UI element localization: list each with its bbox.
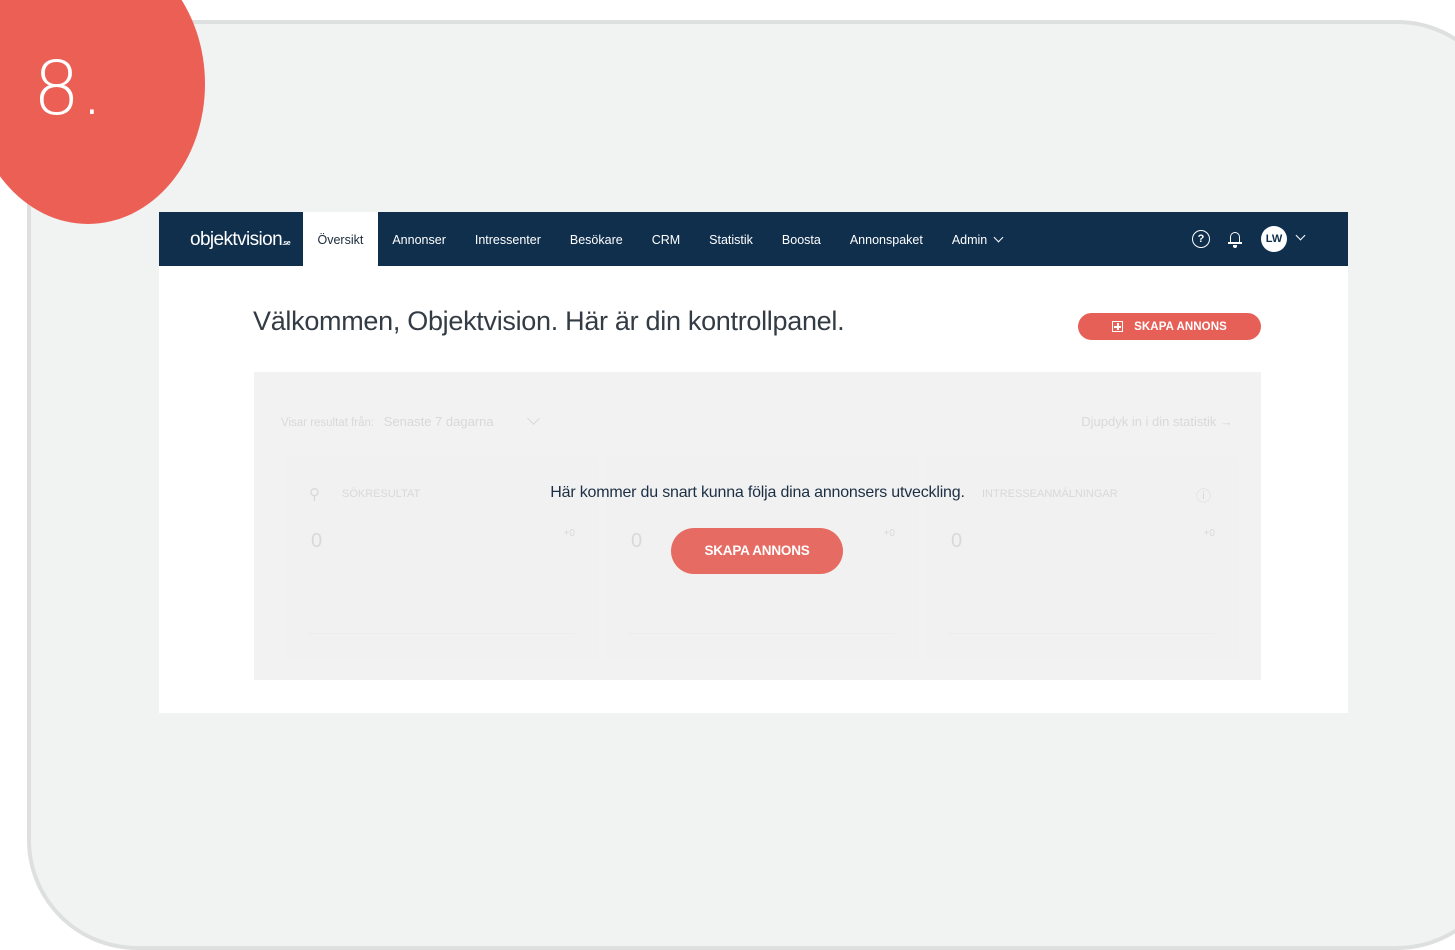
plus-box-icon xyxy=(1112,321,1124,332)
create-ad-center-button[interactable]: SKAPA ANNONS xyxy=(671,528,843,574)
chevron-down-icon[interactable] xyxy=(1295,230,1306,240)
nav-item-annonspaket[interactable]: Annonspaket xyxy=(835,212,937,266)
logo[interactable]: objektvision.se xyxy=(190,229,291,251)
create-ad-button-label: SKAPA ANNONS xyxy=(1134,320,1227,333)
range-label: Visar resultat från: xyxy=(281,417,375,429)
bell-icon[interactable] xyxy=(1228,230,1242,248)
nav-item-admin-label: Admin xyxy=(951,233,988,247)
stat-delta: +0 xyxy=(883,528,895,539)
nav-actions: ? LW xyxy=(1192,226,1306,252)
step-number-label: 8. xyxy=(33,46,104,132)
stat-value: 0 xyxy=(311,530,323,552)
bell-base xyxy=(1228,242,1242,244)
date-range-selector[interactable]: Visar resultat från: Senaste 7 dagarna xyxy=(281,412,541,429)
deep-link-label: Djupdyk in i din statistik xyxy=(1081,414,1217,429)
arrow-right-icon: → xyxy=(1220,414,1233,429)
nav-item-besokare[interactable]: Besökare xyxy=(555,212,637,266)
page-title: Välkommen, Objektvision. Här är din kont… xyxy=(253,306,845,336)
range-value: Senaste 7 dagarna xyxy=(383,414,494,429)
logo-suffix: .se xyxy=(282,240,291,247)
create-ad-button[interactable]: SKAPA ANNONS xyxy=(1078,313,1261,340)
stat-value: 0 xyxy=(631,530,643,552)
logo-text: objektvision xyxy=(190,229,283,250)
nav-item-statistik[interactable]: Statistik xyxy=(695,212,768,266)
chevron-down-icon xyxy=(993,232,1004,243)
nav-item-annonser[interactable]: Annonser xyxy=(378,212,461,266)
app-window: objektvision.se Översikt Annonser Intres… xyxy=(159,212,1348,713)
nav-item-crm[interactable]: CRM xyxy=(637,212,694,266)
nav-item-admin[interactable]: Admin xyxy=(937,212,1016,266)
bell-clapper xyxy=(1233,245,1237,248)
statistics-deep-link[interactable]: Djupdyk in i din statistik → xyxy=(1081,414,1233,429)
nav-menu: Översikt Annonser Intressenter Besökare … xyxy=(303,212,1017,266)
chevron-down-icon xyxy=(527,412,541,425)
top-navbar: objektvision.se Översikt Annonser Intres… xyxy=(159,212,1348,266)
stat-chart xyxy=(949,563,1215,634)
help-icon[interactable]: ? xyxy=(1192,230,1210,248)
nav-item-oversikt[interactable]: Översikt xyxy=(303,212,378,266)
stat-chart xyxy=(309,563,575,634)
nav-item-boosta[interactable]: Boosta xyxy=(767,212,835,266)
avatar[interactable]: LW xyxy=(1261,226,1287,252)
nav-item-intressenter[interactable]: Intressenter xyxy=(460,212,555,266)
stat-value: 0 xyxy=(951,530,963,552)
dashboard-panel: Visar resultat från: Senaste 7 dagarna D… xyxy=(254,372,1261,680)
coming-soon-message: Här kommer du snart kunna följa dina ann… xyxy=(550,484,965,501)
stat-delta: +0 xyxy=(1203,528,1215,539)
stat-delta: +0 xyxy=(563,528,575,539)
